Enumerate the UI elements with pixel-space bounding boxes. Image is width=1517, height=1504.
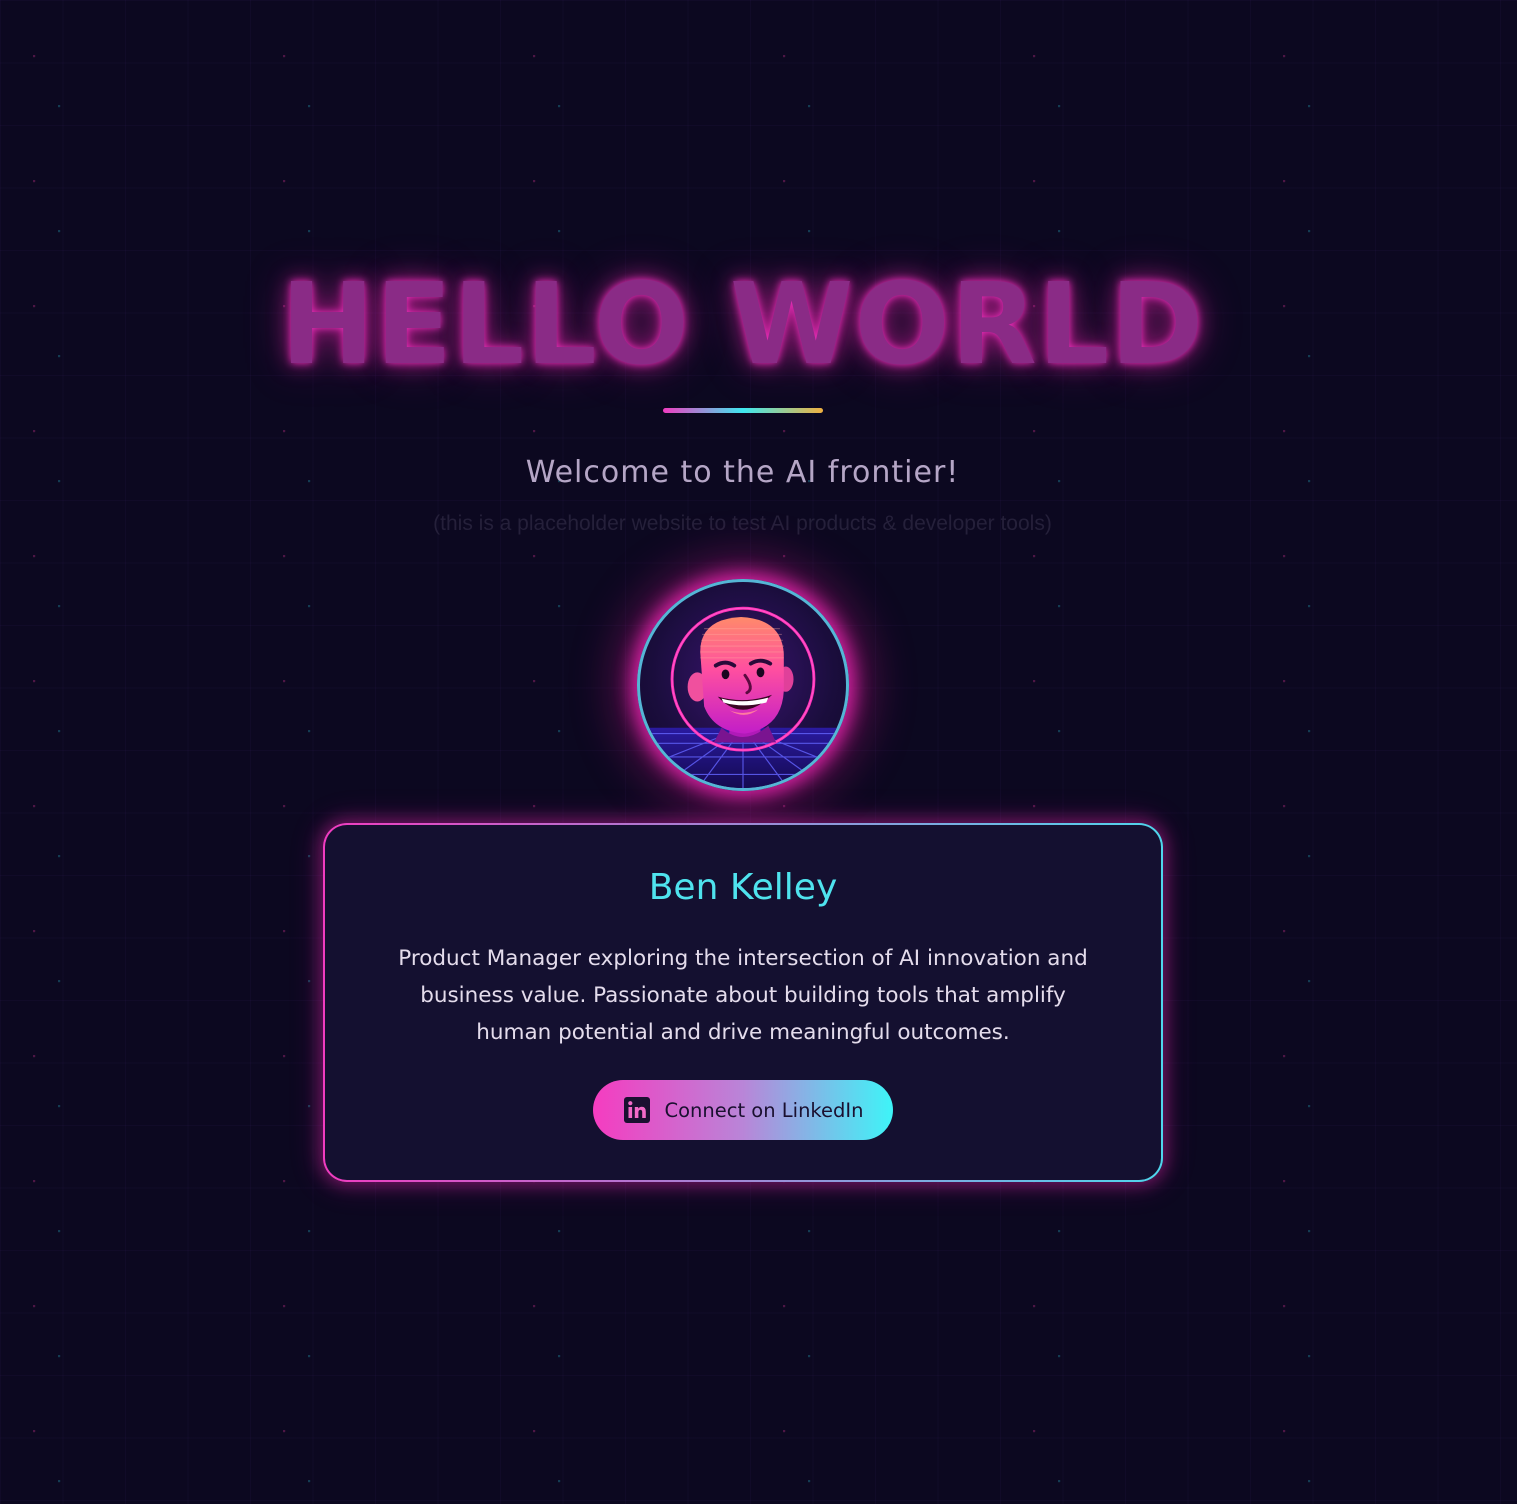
- profile-name: Ben Kelley: [648, 867, 838, 908]
- profile-card: Ben Kelley Product Manager exploring the…: [323, 823, 1163, 1182]
- placeholder-disclaimer: (this is a placeholder website to test A…: [433, 512, 1052, 535]
- landing-page: HELLO WORLD Welcome to the AI frontier! …: [0, 0, 1517, 1504]
- connect-linkedin-button[interactable]: Connect on LinkedIn: [593, 1080, 893, 1140]
- avatar: [637, 579, 849, 791]
- profile-bio: Product Manager exploring the intersecti…: [398, 946, 1088, 1045]
- linkedin-icon: [624, 1097, 651, 1123]
- cartoon-portrait-avatar-icon: [640, 606, 846, 788]
- profile-card-body: Ben Kelley Product Manager exploring the…: [325, 825, 1161, 1180]
- hero-subtitle: Welcome to the AI frontier!: [525, 455, 960, 490]
- hero-title: HELLO WORLD: [280, 260, 1205, 390]
- linkedin-button-label: Connect on LinkedIn: [664, 1098, 864, 1122]
- title-underline: [663, 408, 823, 413]
